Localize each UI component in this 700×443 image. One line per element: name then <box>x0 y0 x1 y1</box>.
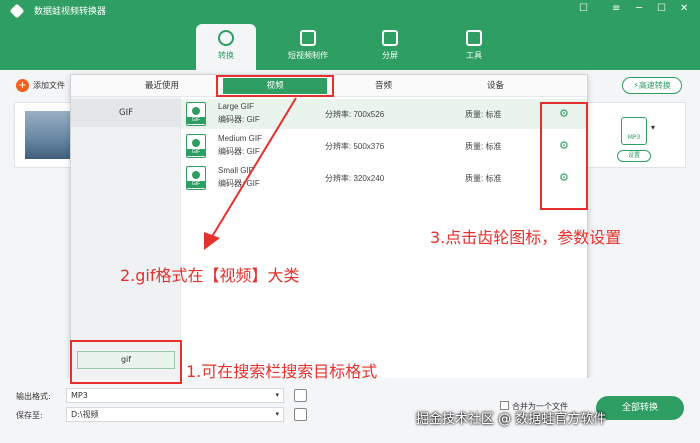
annotation-step2: 2.gif格式在【视频】大类 <box>120 266 300 285</box>
annotation-step3: 3.点击齿轮图标，参数设置 <box>430 228 622 247</box>
annotation-step1: 1.可在搜索栏搜索目标格式 <box>186 362 378 381</box>
watermark: 掘金技术社区 @ 数据蛙官方软件 <box>416 412 607 427</box>
